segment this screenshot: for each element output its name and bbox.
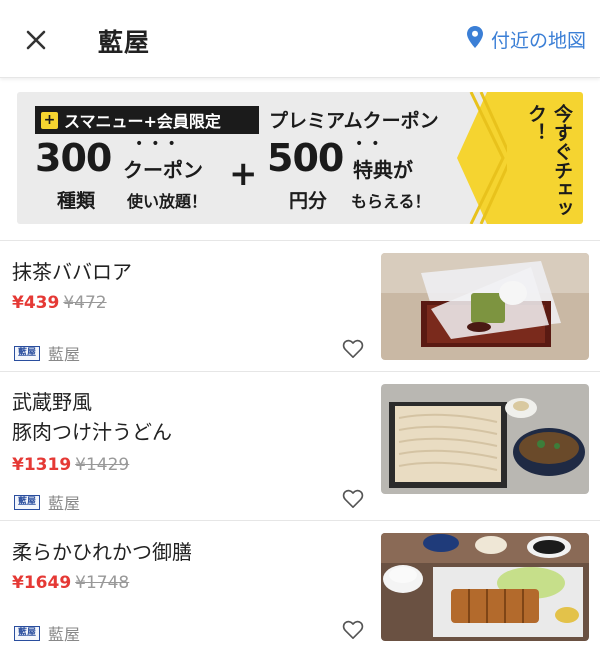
shop-logo: 藍屋 [14,345,40,361]
badge-label: スマニュー+会員限定 [64,112,221,131]
bonus-amount-unit: 円分 [289,190,328,212]
matcha-bavarois-photo [381,253,589,360]
favorite-heart-icon[interactable] [342,489,364,509]
map-pin-icon [466,26,491,53]
original-price: ¥1429 [75,455,130,475]
premium-coupon-banner[interactable]: + スマニュー+会員限定 プレミアムクーポン 300 種類 ••• クーポン 使… [17,92,583,224]
shop-info: 藍屋 藍屋 [14,341,80,365]
bonus-sub-label: もらえる！ [351,192,431,211]
nearby-map-link[interactable]: 付近の地図 [466,26,586,53]
udon-photo [381,384,589,494]
shop-logo: 藍屋 [14,625,40,641]
page-title: 藍屋 [98,28,151,57]
item-price: ¥1649 ¥1748 [12,573,129,593]
item-price: ¥1319 ¥1429 [12,455,129,475]
map-link-label: 付近の地図 [490,30,586,52]
shop-name: 藍屋 [48,494,81,513]
emphasis-dots-2: •• [355,136,388,152]
shop-info: 藍屋 藍屋 [14,490,80,514]
bonus-amount: 500 [267,136,344,180]
banner-chevron-icon [469,92,507,224]
plus-sign: + [229,154,258,194]
close-button[interactable] [18,22,58,58]
current-price: ¥439 [12,293,60,313]
item-price: ¥439 ¥472 [12,293,107,313]
badge-plus-icon: + [41,111,58,129]
item-name: 柔らかひれかつ御膳 [12,540,192,564]
menu-item[interactable]: 柔らかひれかつ御膳 ¥1649 ¥1748 藍屋 藍屋 [0,520,600,650]
favorite-heart-icon[interactable] [342,339,364,359]
current-price: ¥1649 [12,573,72,593]
coupon-sub-label: 使い放題！ [127,192,208,211]
shop-name: 藍屋 [48,345,81,364]
premium-coupon-label: プレミアムクーポン [269,110,439,132]
emphasis-dots: ••• [135,136,184,152]
close-icon [18,22,58,58]
item-name-line-2: 豚肉つけ汁うどん [12,420,172,444]
item-name-line-1: 武蔵野風 [12,390,92,414]
menu-item[interactable]: 武蔵野風 豚肉つけ汁うどん ¥1319 ¥1429 藍屋 藍屋 [0,371,600,520]
shop-name: 藍屋 [48,625,81,644]
coupon-count-unit: 種類 [57,190,96,212]
coupon-count: 300 [35,136,112,180]
item-name: 抹茶ババロア [12,260,132,284]
current-price: ¥1319 [12,455,72,475]
shop-info: 藍屋 藍屋 [14,621,80,645]
shop-logo: 藍屋 [14,494,40,510]
favorite-heart-icon[interactable] [342,620,364,640]
coupon-label: クーポン [123,158,203,182]
original-price: ¥472 [63,293,107,313]
menu-item[interactable]: 抹茶ババロア ¥439 ¥472 藍屋 藍屋 [0,240,600,371]
katsu-gozen-photo [381,533,589,641]
member-badge: + スマニュー+会員限定 [35,106,259,134]
bonus-label: 特典が [353,158,413,182]
original-price: ¥1748 [75,573,130,593]
check-now-label: 今すぐチェック！ [525,104,573,218]
header-bar: 藍屋 付近の地図 [0,0,600,78]
